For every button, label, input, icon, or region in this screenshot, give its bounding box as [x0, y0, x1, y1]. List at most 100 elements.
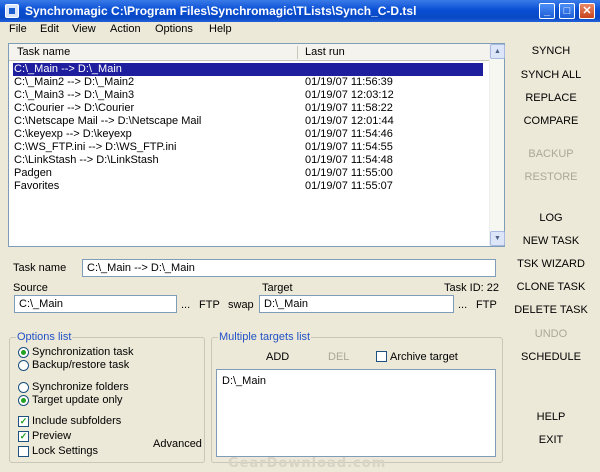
menu-view[interactable]: View — [72, 23, 96, 35]
task-name-cell: C:\_Main --> D:\_Main — [14, 63, 122, 75]
task-row[interactable]: C:\_Main2 --> D:\_Main2 01/19/07 11:56:3… — [13, 76, 483, 89]
task-row[interactable]: C:\Netscape Mail --> D:\Netscape Mail 01… — [13, 115, 483, 128]
column-separator[interactable] — [297, 46, 298, 59]
help-button[interactable]: HELP — [506, 411, 596, 423]
scroll-up-icon[interactable]: ▲ — [490, 44, 505, 59]
task-name-cell: C:\keyexp --> D:\keyexp — [14, 128, 132, 140]
source-ftp-button[interactable]: FTP — [199, 299, 220, 311]
synchronize-folders-radio[interactable] — [18, 382, 29, 393]
advanced-button[interactable]: Advanced — [153, 438, 202, 450]
app-icon — [5, 4, 19, 18]
last-run-cell: 01/19/07 11:54:55 — [305, 141, 393, 153]
task-row[interactable]: C:\_Main --> D:\_Main — [12, 62, 484, 77]
target-list-item[interactable]: D:\_Main — [222, 375, 266, 387]
window-title: Synchromagic C:\Program Files\Synchromag… — [25, 4, 417, 18]
close-button[interactable]: ✕ — [579, 3, 595, 19]
maximize-button[interactable]: □ — [559, 3, 575, 19]
preview-checkbox[interactable]: ✓ — [18, 431, 29, 442]
include-subfolders-checkbox[interactable]: ✓ — [18, 416, 29, 427]
last-run-cell: 01/19/07 12:03:12 — [305, 89, 394, 101]
task-name-label: Task name — [13, 262, 67, 274]
task-list[interactable]: Task name Last run C:\_Main --> D:\_Main… — [8, 43, 505, 247]
watermark: GearDownload.com — [228, 456, 387, 471]
task-name-cell: C:\Courier --> D:\Courier — [14, 102, 135, 114]
log-button[interactable]: LOG — [506, 212, 596, 224]
options-group-title: Options list — [16, 331, 73, 343]
archive-target-label[interactable]: Archive target — [390, 351, 458, 363]
preview-label[interactable]: Preview — [32, 430, 71, 442]
task-row[interactable]: C:\Courier --> D:\Courier 01/19/07 11:58… — [13, 102, 483, 115]
multiple-targets-list[interactable]: D:\_Main — [216, 369, 496, 457]
task-name-cell: C:\_Main3 --> D:\_Main3 — [14, 89, 135, 101]
synchronization-task-radio[interactable] — [18, 347, 29, 358]
include-subfolders-label[interactable]: Include subfolders — [32, 415, 121, 427]
menu-bar: File Edit View Action Options Help — [0, 22, 600, 38]
title-bar[interactable]: Synchromagic C:\Program Files\Synchromag… — [0, 0, 600, 22]
last-run-cell: 01/19/07 12:01:44 — [305, 115, 394, 127]
task-name-cell: C:\Netscape Mail --> D:\Netscape Mail — [14, 115, 202, 127]
lock-settings-checkbox[interactable] — [18, 446, 29, 457]
task-row[interactable]: C:\WS_FTP.ini --> D:\WS_FTP.ini 01/19/07… — [13, 141, 483, 154]
task-name-cell: C:\_Main2 --> D:\_Main2 — [14, 76, 135, 88]
task-row[interactable]: Favorites 01/19/07 11:55:07 — [13, 180, 483, 193]
lock-settings-label[interactable]: Lock Settings — [32, 445, 98, 457]
synchronization-task-label[interactable]: Synchronization task — [32, 346, 134, 358]
source-field[interactable]: C:\_Main — [14, 295, 177, 313]
task-name-cell: Favorites — [14, 180, 60, 192]
compare-button[interactable]: COMPARE — [506, 115, 596, 127]
menu-action[interactable]: Action — [110, 23, 141, 35]
target-update-only-label[interactable]: Target update only — [32, 394, 123, 406]
undo-button[interactable]: UNDO — [506, 328, 596, 340]
task-list-header: Task name Last run — [9, 44, 489, 61]
synch-all-button[interactable]: SYNCH ALL — [506, 69, 596, 81]
clone-task-button[interactable]: CLONE TASK — [506, 281, 596, 293]
schedule-button[interactable]: SCHEDULE — [506, 351, 596, 363]
task-name-cell: C:\WS_FTP.ini --> D:\WS_FTP.ini — [14, 141, 177, 153]
target-ftp-button[interactable]: FTP — [476, 299, 497, 311]
multiple-targets-title: Multiple targets list — [218, 331, 312, 343]
target-field[interactable]: D:\_Main — [259, 295, 454, 313]
task-row[interactable]: C:\LinkStash --> D:\LinkStash 01/19/07 1… — [13, 154, 483, 167]
synch-button[interactable]: SYNCH — [506, 45, 596, 57]
last-run-cell: 01/19/07 11:55:07 — [305, 180, 393, 192]
menu-options[interactable]: Options — [155, 23, 193, 35]
column-last-run[interactable]: Last run — [305, 46, 345, 58]
source-browse-button[interactable]: ... — [181, 299, 190, 311]
exit-button[interactable]: EXIT — [506, 434, 596, 446]
task-row[interactable]: C:\_Main3 --> D:\_Main3 01/19/07 12:03:1… — [13, 89, 483, 102]
last-run-cell: 01/19/07 11:55:00 — [305, 167, 393, 179]
del-target-button[interactable]: DEL — [328, 351, 349, 363]
backup-restore-task-label[interactable]: Backup/restore task — [32, 359, 129, 371]
last-run-cell: 01/19/07 11:56:39 — [305, 76, 393, 88]
replace-button[interactable]: REPLACE — [506, 92, 596, 104]
menu-help[interactable]: Help — [209, 23, 232, 35]
task-id-label: Task ID: 22 — [444, 282, 500, 294]
synchronize-folders-label[interactable]: Synchronize folders — [32, 381, 129, 393]
target-browse-button[interactable]: ... — [458, 299, 467, 311]
task-name-cell: Padgen — [14, 167, 52, 179]
column-task-name[interactable]: Task name — [17, 46, 70, 58]
add-target-button[interactable]: ADD — [266, 351, 289, 363]
task-row[interactable]: Padgen 01/19/07 11:55:00 — [13, 167, 483, 180]
last-run-cell: 01/19/07 11:54:46 — [305, 128, 393, 140]
backup-restore-task-radio[interactable] — [18, 360, 29, 371]
swap-button[interactable]: swap — [228, 299, 254, 311]
task-row[interactable]: C:\keyexp --> D:\keyexp 01/19/07 11:54:4… — [13, 128, 483, 141]
target-update-only-radio[interactable] — [18, 395, 29, 406]
new-task-button[interactable]: NEW TASK — [506, 235, 596, 247]
backup-button[interactable]: BACKUP — [506, 148, 596, 160]
minimize-button[interactable]: _ — [539, 3, 555, 19]
scroll-down-icon[interactable]: ▼ — [490, 231, 505, 246]
target-label: Target — [262, 282, 293, 294]
menu-file[interactable]: File — [9, 23, 27, 35]
delete-task-button[interactable]: DELETE TASK — [506, 304, 596, 316]
archive-target-checkbox[interactable] — [376, 351, 387, 362]
restore-button[interactable]: RESTORE — [506, 171, 596, 183]
source-label: Source — [13, 282, 48, 294]
task-wizard-button[interactable]: TSK WIZARD — [506, 258, 596, 270]
task-list-scrollbar[interactable]: ▲ ▼ — [489, 44, 505, 246]
last-run-cell: 01/19/07 11:54:48 — [305, 154, 393, 166]
task-name-cell: C:\LinkStash --> D:\LinkStash — [14, 154, 159, 166]
task-name-field[interactable]: C:\_Main --> D:\_Main — [82, 259, 496, 277]
menu-edit[interactable]: Edit — [40, 23, 59, 35]
